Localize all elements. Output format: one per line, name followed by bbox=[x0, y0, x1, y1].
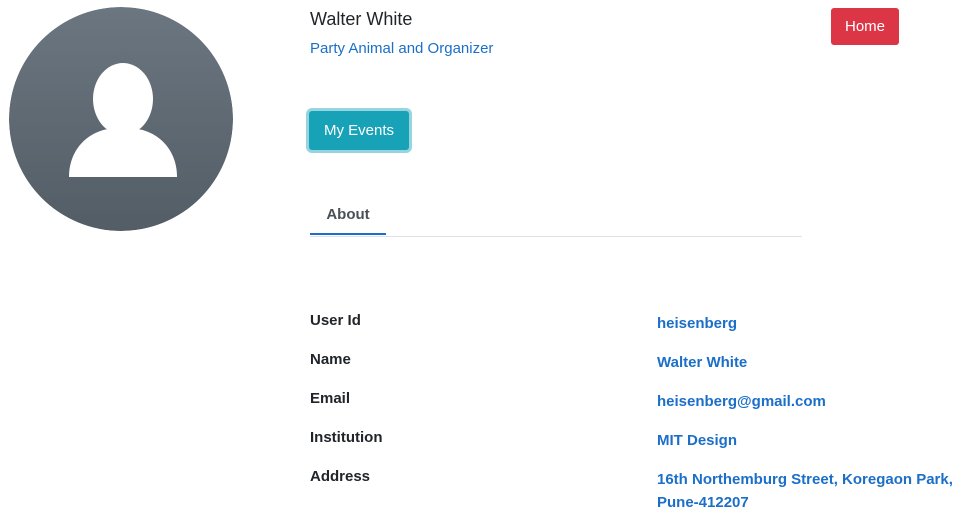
name-value: Walter White bbox=[657, 354, 748, 371]
user-id-value: heisenberg bbox=[657, 315, 738, 332]
home-button[interactable]: Home bbox=[831, 8, 899, 45]
name-label: Name bbox=[310, 351, 351, 368]
user-id-label: User Id bbox=[310, 312, 361, 329]
my-events-button[interactable]: My Events bbox=[309, 111, 409, 150]
email-value: heisenberg@gmail.com bbox=[657, 393, 826, 410]
address-label: Address bbox=[310, 468, 371, 485]
profile-tabs: About bbox=[310, 195, 802, 237]
user-avatar-placeholder-icon bbox=[9, 7, 233, 231]
institution-value: MIT Design bbox=[657, 432, 738, 449]
profile-page: Walter White Party Animal and Organizer … bbox=[0, 0, 972, 508]
address-value: 16th Northemburg Street, Koregaon Park, … bbox=[657, 471, 953, 508]
user-tagline: Party Animal and Organizer bbox=[310, 40, 494, 57]
tab-about[interactable]: About bbox=[310, 195, 386, 235]
institution-label: Institution bbox=[310, 429, 383, 446]
email-label: Email bbox=[310, 390, 351, 407]
user-name: Walter White bbox=[310, 9, 413, 29]
